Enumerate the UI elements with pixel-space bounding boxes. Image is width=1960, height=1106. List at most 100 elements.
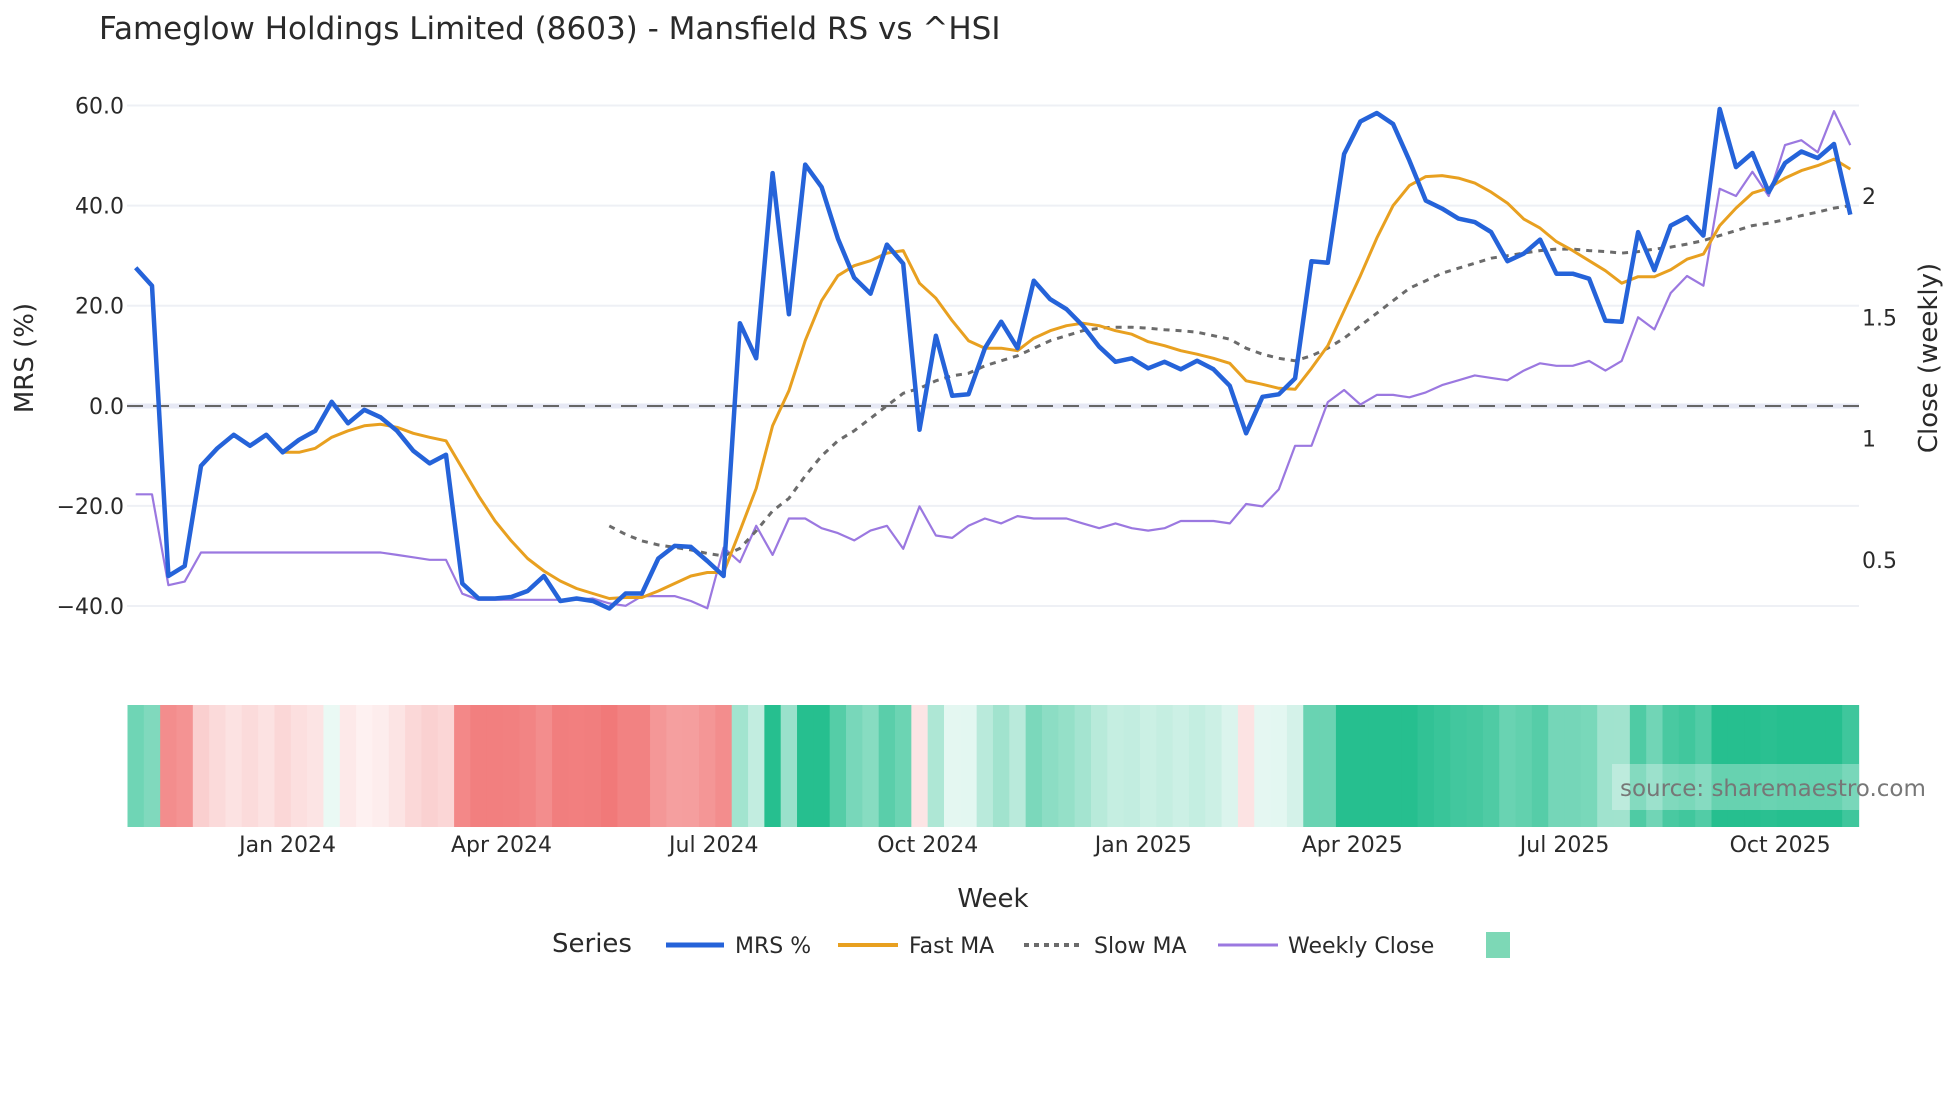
heatmap-cell	[1140, 705, 1157, 827]
heatmap-cell	[1254, 705, 1271, 827]
heatmap-cell	[307, 705, 324, 827]
series-points-mrs	[136, 109, 1851, 609]
heatmap-cell	[1271, 705, 1288, 827]
legend: Series MRS % Fast MA Slow MA Weekly Clos…	[552, 929, 1510, 959]
heatmap-cell	[928, 705, 945, 827]
heatmap-cell	[666, 705, 683, 827]
heatmap-cell	[1205, 705, 1222, 827]
x-tick-label: Jul 2025	[1518, 833, 1610, 858]
series-line-mrs	[136, 109, 1851, 609]
x-tick-label: Oct 2024	[877, 833, 978, 858]
heatmap-cell	[1287, 705, 1304, 827]
heatmap-cell	[993, 705, 1010, 827]
y2-tick-label: 1.5	[1862, 306, 1897, 331]
heatmap-cell	[209, 705, 226, 827]
y-tick-label: 0.0	[89, 395, 124, 420]
heatmap-cell	[421, 705, 438, 827]
y2-tick-label: 0.5	[1862, 549, 1897, 574]
heatmap-cell	[552, 705, 569, 827]
heatmap-cell	[291, 705, 308, 827]
heatmap-cell	[895, 705, 912, 827]
heatmap-cell	[356, 705, 373, 827]
legend-title: Series	[552, 929, 632, 959]
series-points-fast	[283, 159, 1851, 599]
legend-item-fast-ma[interactable]: Fast MA	[838, 934, 994, 959]
heatmap-cell	[1565, 705, 1582, 827]
heatmap-cell	[340, 705, 357, 827]
legend-label-weekly-close: Weekly Close	[1288, 934, 1434, 959]
heatmap-cell	[683, 705, 700, 827]
heatmap-cell	[242, 705, 259, 827]
heatmap-cell	[1516, 705, 1533, 827]
mansfield-rs-chart: Fameglow Holdings Limited (8603) - Mansf…	[0, 0, 1960, 1102]
series-line-fast	[283, 159, 1851, 598]
legend-item-weekly-close[interactable]: Weekly Close	[1218, 934, 1434, 959]
x-tick-label: Apr 2024	[451, 833, 552, 858]
heatmap-cell	[944, 705, 961, 827]
heatmap-cell	[601, 705, 618, 827]
heatmap-cell	[1042, 705, 1059, 827]
heatmap-cell	[1352, 705, 1369, 827]
heatmap-cell	[1189, 705, 1206, 827]
source-watermark[interactable]: source: sharemaestro.com	[1620, 776, 1926, 802]
y-tick-label: −40.0	[57, 595, 124, 620]
heatmap-cell	[323, 705, 340, 827]
heatmap-cell	[1222, 705, 1239, 827]
heatmap-cell	[454, 705, 471, 827]
heatmap-cell	[1009, 705, 1026, 827]
heatmap-cell	[225, 705, 242, 827]
heatmap-cell	[748, 705, 765, 827]
heatmap-cell	[1075, 705, 1092, 827]
heatmap-cell	[176, 705, 193, 827]
legend-item-mrs[interactable]: MRS %	[666, 934, 811, 959]
heatmap-cell	[1532, 705, 1549, 827]
heatmap-cell	[1107, 705, 1124, 827]
heatmap-cell	[128, 705, 145, 827]
mrs-heatmap-strip	[128, 705, 1860, 827]
heatmap-cell	[519, 705, 536, 827]
y-tick-label: 40.0	[75, 195, 124, 220]
heatmap-cell	[862, 705, 879, 827]
y2-tick-label: 1	[1862, 428, 1876, 453]
heatmap-cell	[911, 705, 928, 827]
y2-axis-label: Close (weekly)	[1914, 263, 1944, 453]
heatmap-cell	[1483, 705, 1500, 827]
heatmap-cell	[634, 705, 651, 827]
heatmap-cell	[405, 705, 422, 827]
legend-label-fast-ma: Fast MA	[909, 934, 994, 959]
heatmap-cell	[1401, 705, 1418, 827]
heatmap-cell	[193, 705, 210, 827]
heatmap-cell	[617, 705, 634, 827]
y-tick-label: 20.0	[75, 295, 124, 320]
heatmap-cell	[438, 705, 455, 827]
heatmap-cell	[732, 705, 749, 827]
series-points-close	[136, 111, 1851, 608]
heatmap-cell	[846, 705, 863, 827]
heatmap-cell	[960, 705, 977, 827]
heatmap-cell	[487, 705, 504, 827]
legend-swatch-heatmap[interactable]	[1486, 932, 1510, 958]
legend-label-mrs: MRS %	[735, 934, 811, 959]
heatmap-cell	[650, 705, 667, 827]
heatmap-cell	[1369, 705, 1386, 827]
heatmap-cell	[536, 705, 553, 827]
heatmap-cell	[1156, 705, 1173, 827]
legend-item-slow-ma[interactable]: Slow MA	[1024, 934, 1187, 959]
heatmap-cell	[1238, 705, 1255, 827]
x-tick-label: Apr 2025	[1302, 833, 1403, 858]
heatmap-cell	[879, 705, 896, 827]
heatmap-cell	[1450, 705, 1467, 827]
heatmap-cell	[1434, 705, 1451, 827]
heatmap-cell	[1320, 705, 1337, 827]
heatmap-cell	[585, 705, 602, 827]
heatmap-cell	[258, 705, 275, 827]
heatmap-cell	[1058, 705, 1075, 827]
heatmap-cell	[144, 705, 161, 827]
gridlines	[127, 106, 1859, 607]
heatmap-cell	[699, 705, 716, 827]
x-tick-label: Oct 2025	[1730, 833, 1831, 858]
chart-title: Fameglow Holdings Limited (8603) - Mansf…	[99, 11, 1000, 47]
heatmap-cell	[1385, 705, 1402, 827]
heatmap-cell	[830, 705, 847, 827]
x-tick-label: Jan 2025	[1093, 833, 1192, 858]
